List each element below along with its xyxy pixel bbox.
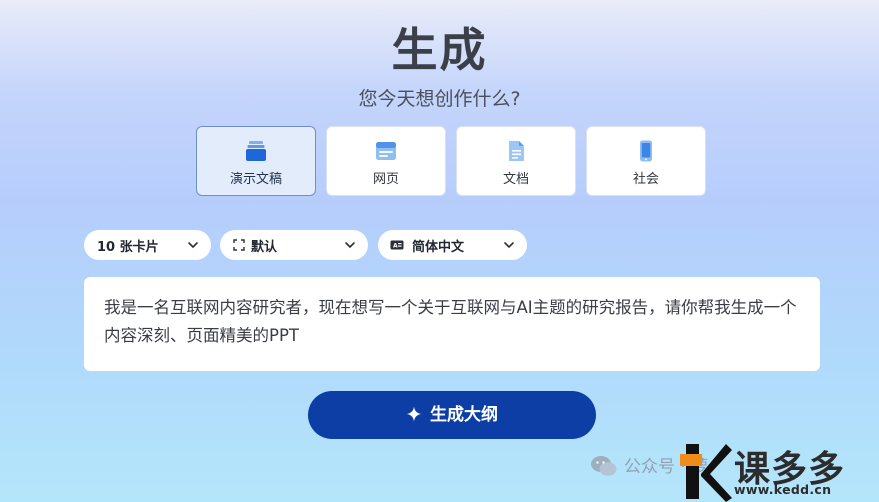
webpage-icon bbox=[376, 142, 396, 160]
wechat-icon bbox=[591, 456, 617, 476]
language-badge-icon: A bbox=[390, 240, 404, 250]
svg-text:A: A bbox=[393, 243, 398, 250]
language-select[interactable]: A 简体中文 bbox=[378, 230, 527, 260]
document-icon bbox=[509, 141, 524, 161]
logo-url: www.kedd.cn bbox=[734, 482, 832, 497]
page-title: 生成 bbox=[391, 23, 488, 77]
prompt-input[interactable]: 我是一名互联网内容研究者，现在想写一个关于互联网与AI主题的研究报告，请你帮我生… bbox=[84, 277, 820, 371]
chevron-down-icon bbox=[188, 242, 198, 249]
type-card-presentation[interactable]: 演示文稿 bbox=[196, 126, 316, 196]
k-logo-mark bbox=[680, 444, 732, 502]
sparkle-icon bbox=[406, 406, 422, 422]
theme-label: 默认 bbox=[251, 240, 278, 255]
chevron-down-icon bbox=[345, 242, 355, 249]
type-card-label: 网页 bbox=[372, 172, 399, 187]
layout-frame-icon bbox=[233, 239, 245, 251]
theme-select[interactable]: 默认 bbox=[220, 230, 368, 260]
card-count-select[interactable]: 10 张卡片 bbox=[84, 230, 211, 260]
type-card-document[interactable]: 文档 bbox=[456, 126, 576, 196]
type-card-label: 文档 bbox=[502, 172, 529, 187]
mobile-phone-icon bbox=[640, 140, 652, 162]
kedd-logo: 课多多 www.kedd.cn bbox=[680, 440, 879, 502]
card-count-label: 10 张卡片 bbox=[97, 240, 159, 255]
type-card-label: 社会 bbox=[632, 172, 659, 187]
page-subtitle: 您今天想创作什么? bbox=[358, 88, 521, 110]
language-label: 简体中文 bbox=[412, 240, 465, 255]
generate-outline-button[interactable]: 生成大纲 bbox=[308, 391, 596, 439]
generate-outline-label: 生成大纲 bbox=[430, 405, 498, 425]
type-card-webpage[interactable]: 网页 bbox=[326, 126, 446, 196]
presentation-stack-icon bbox=[246, 141, 266, 161]
type-card-label: 演示文稿 bbox=[229, 172, 282, 187]
type-card-social[interactable]: 社会 bbox=[586, 126, 706, 196]
chevron-down-icon bbox=[504, 242, 514, 249]
